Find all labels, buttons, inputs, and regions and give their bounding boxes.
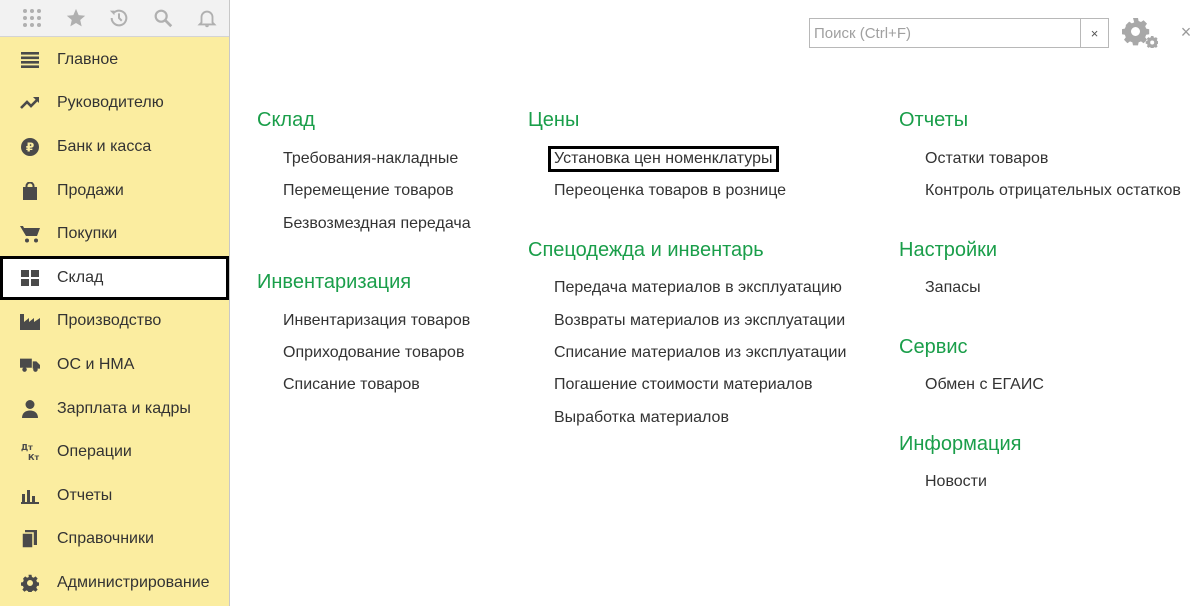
sidebar-item-label: Производство xyxy=(57,312,162,330)
sidebar-item-reports[interactable]: Отчеты xyxy=(0,474,229,518)
factory-icon xyxy=(20,311,40,331)
sidebar-item-warehouse[interactable]: Склад xyxy=(0,255,229,300)
trend-up-icon xyxy=(20,93,40,113)
star-icon[interactable] xyxy=(54,4,98,32)
section-title-inventory: Инвентаризация xyxy=(257,271,412,293)
link-news[interactable]: Новости xyxy=(925,473,987,491)
sidebar-item-label: Продажи xyxy=(57,181,124,199)
link-stocks-settings[interactable]: Запасы xyxy=(925,279,981,297)
link-negative-balances-control[interactable]: Контроль отрицательных остатков xyxy=(925,182,1181,200)
link-materials-writeoff[interactable]: Списание материалов из эксплуатации xyxy=(554,344,846,362)
sidebar-item-directories[interactable]: Справочники xyxy=(0,518,229,562)
search-clear-button[interactable]: × xyxy=(1080,19,1108,47)
link-retail-revaluation[interactable]: Переоценка товаров в рознице xyxy=(554,182,786,200)
settings-gear-icon[interactable] xyxy=(1121,16,1159,50)
ruble-coin-icon: ₽ xyxy=(20,137,40,157)
search-icon[interactable] xyxy=(141,4,185,32)
svg-text:₽: ₽ xyxy=(26,140,34,154)
shopping-bag-icon xyxy=(20,181,40,201)
section-title-sklad: Склад xyxy=(257,109,315,131)
debit-credit-icon: Дт Кт xyxy=(20,442,40,462)
link-goods-inventory[interactable]: Инвентаризация товаров xyxy=(283,312,470,330)
sidebar-item-label: Справочники xyxy=(57,530,154,548)
link-goods-transfer[interactable]: Перемещение товаров xyxy=(283,182,454,200)
link-set-item-prices[interactable]: Установка цен номенклатуры xyxy=(548,146,779,172)
person-icon xyxy=(20,399,40,419)
link-materials-returns[interactable]: Возвраты материалов из эксплуатации xyxy=(554,312,845,330)
sidebar-item-purchases[interactable]: Покупки xyxy=(0,212,229,256)
link-materials-to-operation[interactable]: Передача материалов в эксплуатацию xyxy=(554,279,842,297)
sidebar-item-manager[interactable]: Руководителю xyxy=(0,82,229,126)
link-goods-writeoff[interactable]: Списание товаров xyxy=(283,376,420,394)
section-title-workwear: Спецодежда и инвентарь xyxy=(528,239,764,261)
svg-text:Кт: Кт xyxy=(28,453,40,462)
sidebar-item-admin[interactable]: Администрирование xyxy=(0,561,229,605)
sidebar: Главное Руководителю ₽ Банк и касса Прод… xyxy=(0,0,230,606)
link-free-transfer[interactable]: Безвозмездная передача xyxy=(283,215,471,233)
sidebar-topbar xyxy=(0,0,229,37)
close-icon[interactable]: × xyxy=(1176,20,1196,44)
sidebar-item-label: Зарплата и кадры xyxy=(57,399,191,417)
section-title-settings: Настройки xyxy=(899,239,998,261)
menu-lines-icon xyxy=(20,50,40,70)
sidebar-item-main[interactable]: Главное xyxy=(0,38,229,82)
books-icon xyxy=(20,529,40,549)
warehouse-grid-icon xyxy=(20,268,40,288)
sidebar-item-label: ОС и НМА xyxy=(57,355,135,373)
link-stock-balances[interactable]: Остатки товаров xyxy=(925,150,1048,168)
sidebar-item-sales[interactable]: Продажи xyxy=(0,169,229,213)
sidebar-item-label: Администрирование xyxy=(57,573,210,591)
sidebar-item-label: Склад xyxy=(57,268,104,286)
sidebar-item-assets[interactable]: ОС и НМА xyxy=(0,343,229,387)
section-title-info: Информация xyxy=(899,433,1022,455)
search-box: × xyxy=(809,18,1109,48)
bell-icon[interactable] xyxy=(185,4,229,32)
apps-grid-icon[interactable] xyxy=(10,4,54,32)
cart-icon xyxy=(20,224,40,244)
search-input[interactable] xyxy=(810,19,1080,47)
link-goods-receipt[interactable]: Оприходование товаров xyxy=(283,344,464,362)
section-title-reports: Отчеты xyxy=(899,109,969,131)
link-requisition-invoices[interactable]: Требования-накладные xyxy=(283,150,458,168)
bar-chart-icon xyxy=(20,486,40,506)
svg-text:Дт: Дт xyxy=(21,443,33,452)
gear-icon xyxy=(20,573,40,593)
sidebar-item-operations[interactable]: Дт Кт Операции xyxy=(0,430,229,474)
sidebar-item-label: Операции xyxy=(57,443,132,461)
sidebar-item-label: Покупки xyxy=(57,225,118,243)
sidebar-item-label: Главное xyxy=(57,50,119,68)
sidebar-item-label: Банк и касса xyxy=(57,137,152,155)
sidebar-item-label: Отчеты xyxy=(57,486,113,504)
link-materials-cost-repayment[interactable]: Погашение стоимости материалов xyxy=(554,376,812,394)
link-egais-exchange[interactable]: Обмен с ЕГАИС xyxy=(925,376,1044,394)
truck-icon xyxy=(20,355,40,375)
sidebar-item-payroll[interactable]: Зарплата и кадры xyxy=(0,387,229,431)
sidebar-item-label: Руководителю xyxy=(57,94,164,112)
sidebar-item-bank[interactable]: ₽ Банк и касса xyxy=(0,125,229,169)
section-title-prices: Цены xyxy=(528,109,580,131)
sidebar-item-production[interactable]: Производство xyxy=(0,300,229,344)
link-materials-output[interactable]: Выработка материалов xyxy=(554,409,729,427)
section-title-service: Сервис xyxy=(899,336,968,358)
history-icon[interactable] xyxy=(98,4,142,32)
sidebar-nav: Главное Руководителю ₽ Банк и касса Прод… xyxy=(0,37,229,605)
